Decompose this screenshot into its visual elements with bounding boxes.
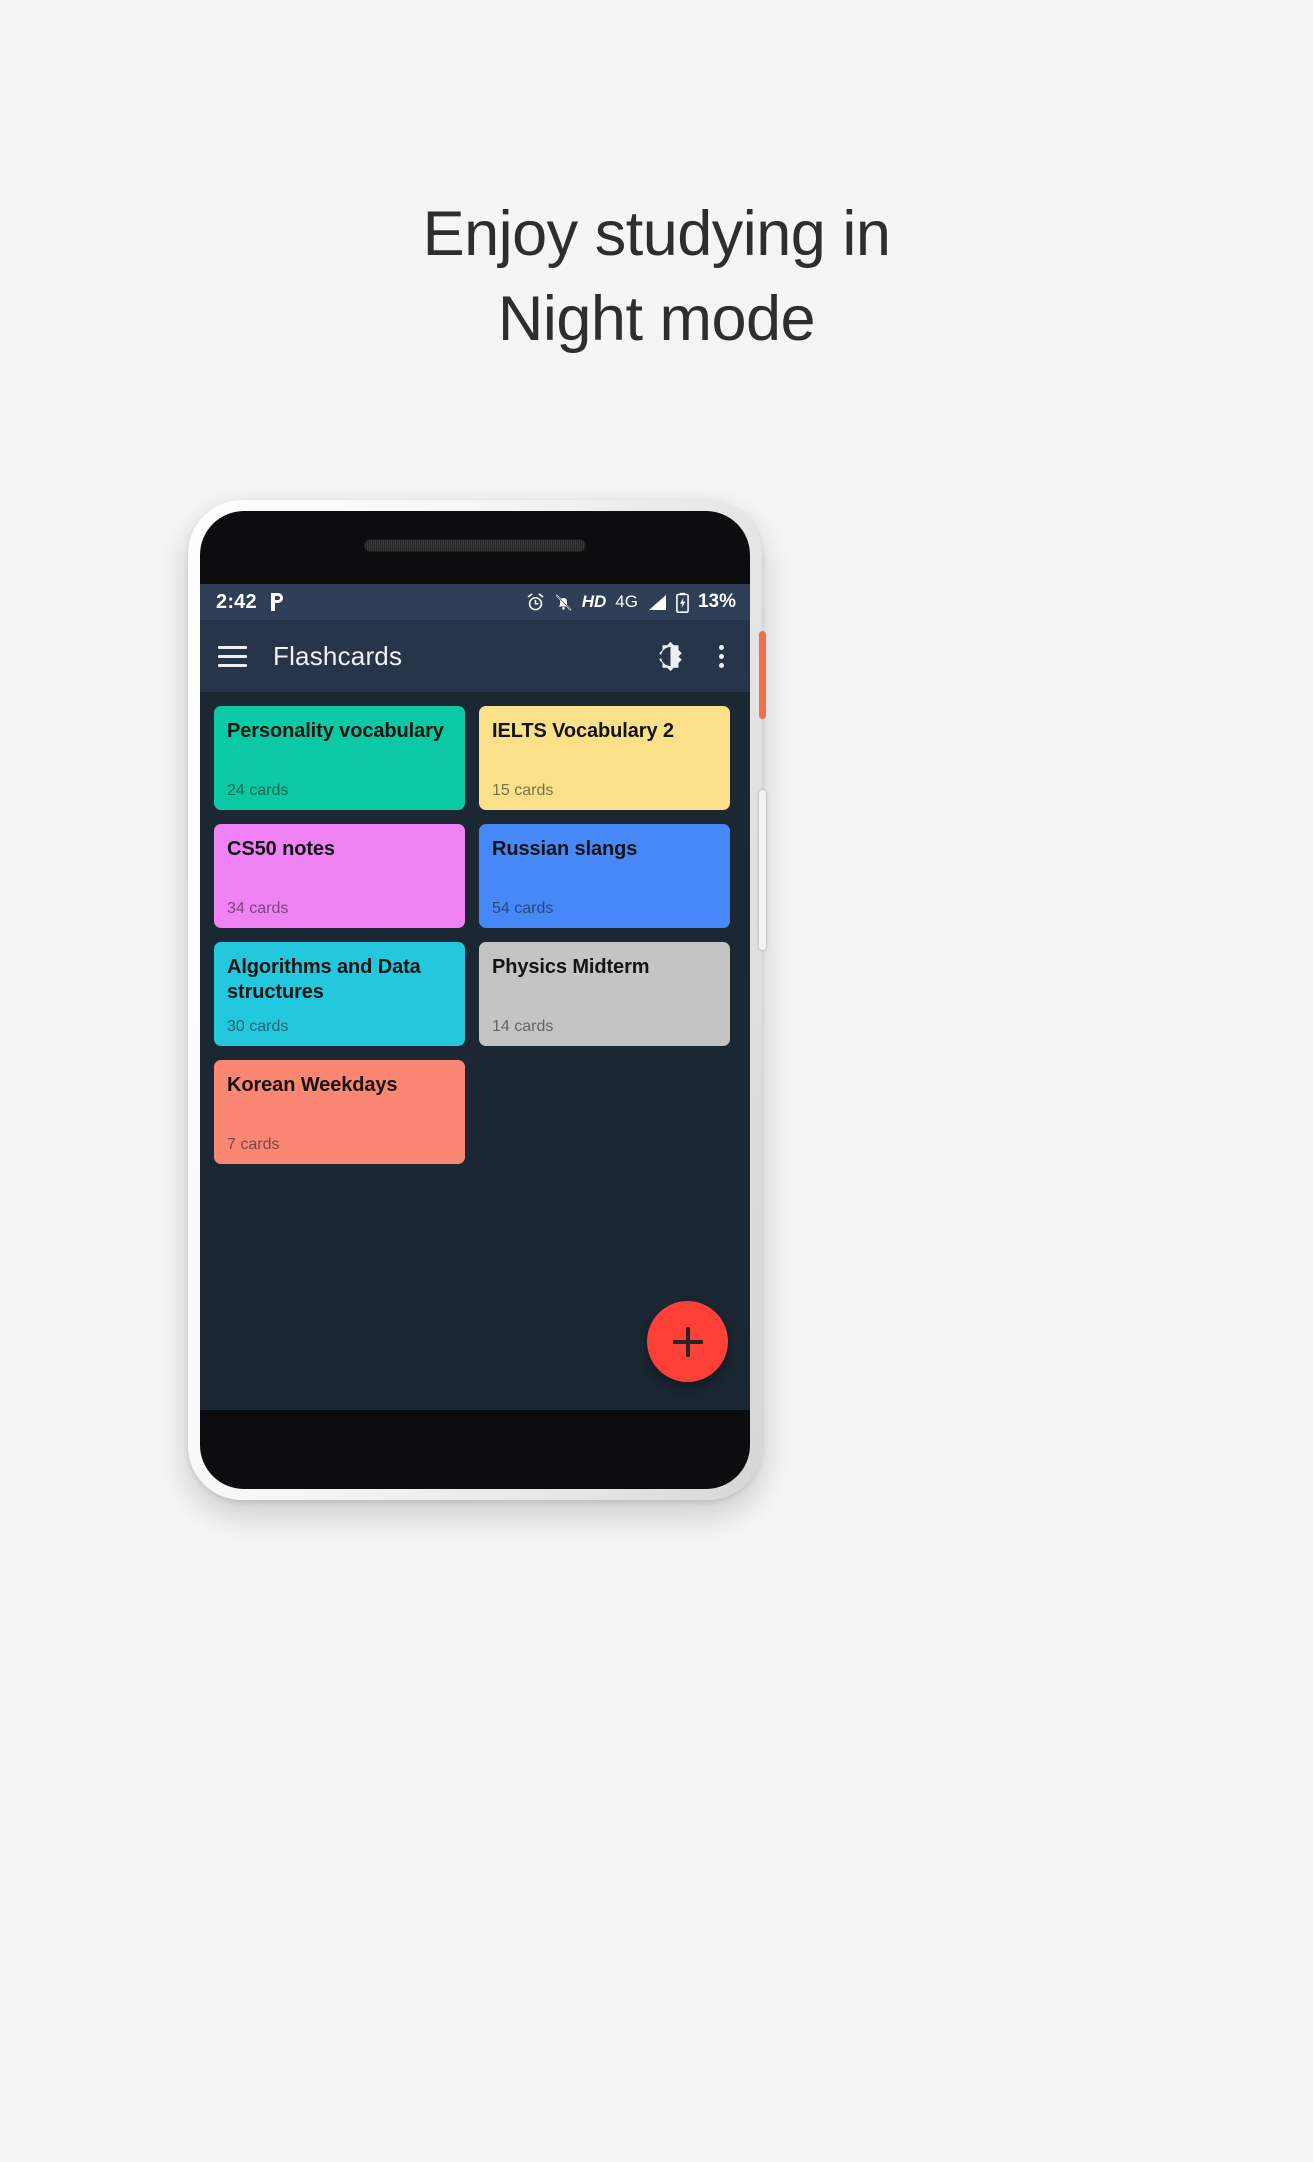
deck-card-count: 34 cards — [227, 900, 289, 917]
p-logo-icon — [269, 592, 286, 612]
deck-title: Personality vocabulary — [227, 720, 444, 742]
network-label: 4G — [615, 592, 638, 611]
status-bar-clock: 2:42 — [216, 590, 257, 613]
deck-card-count: 15 cards — [492, 782, 554, 799]
deck-card-count: 7 cards — [227, 1136, 280, 1153]
deck-card[interactable]: CS50 notes 34 cards — [214, 824, 465, 928]
phone-screen: 2:42 HD 4G 13% Flashcards Personality vo… — [200, 584, 750, 1410]
deck-card[interactable]: Personality vocabulary 24 cards — [214, 706, 465, 810]
deck-card-count: 14 cards — [492, 1018, 554, 1035]
deck-card[interactable]: Russian slangs 54 cards — [479, 824, 730, 928]
power-button[interactable] — [759, 631, 766, 719]
deck-card[interactable]: Algorithms and Data structures 30 cards — [214, 942, 465, 1046]
deck-card[interactable]: IELTS Vocabulary 2 15 cards — [479, 706, 730, 810]
hd-label: HD — [581, 592, 607, 611]
deck-card[interactable]: Korean Weekdays 7 cards — [214, 1060, 465, 1164]
signal-bars-icon — [647, 594, 667, 611]
page-title: Enjoy studying in Night mode — [0, 192, 1313, 362]
deck-title: Russian slangs — [492, 838, 638, 860]
volume-rocker-button[interactable] — [759, 790, 766, 950]
alarm-clock-icon — [526, 592, 545, 612]
deck-card-count: 24 cards — [227, 782, 289, 799]
brightness-contrast-icon[interactable] — [654, 640, 687, 673]
deck-title: Physics Midterm — [492, 956, 650, 978]
deck-card-count: 30 cards — [227, 1018, 289, 1035]
deck-title: Korean Weekdays — [227, 1074, 398, 1096]
deck-card-count: 54 cards — [492, 900, 554, 917]
deck-title: CS50 notes — [227, 838, 335, 860]
battery-charging-icon — [676, 592, 689, 613]
more-vertical-icon[interactable] — [715, 641, 728, 672]
bell-muted-icon — [554, 593, 573, 612]
earpiece-speaker — [364, 539, 586, 552]
headline-line-1: Enjoy studying in — [422, 199, 891, 269]
deck-grid: Personality vocabulary 24 cards IELTS Vo… — [200, 692, 750, 1164]
battery-percent-label: 13% — [697, 591, 736, 612]
headline-line-2: Night mode — [497, 284, 816, 354]
deck-title: Algorithms and Data structures — [227, 956, 421, 1003]
promo-screenshot: Enjoy studying in Night mode 2:42 HD 4G … — [0, 0, 1313, 2162]
phone-mockup: 2:42 HD 4G 13% Flashcards Personality vo… — [188, 500, 766, 1500]
app-bar-title: Flashcards — [273, 640, 403, 671]
add-deck-fab[interactable] — [647, 1301, 728, 1382]
phone-bezel: 2:42 HD 4G 13% Flashcards Personality vo… — [200, 511, 750, 1489]
deck-card[interactable]: Physics Midterm 14 cards — [479, 942, 730, 1046]
app-bar: Flashcards — [200, 620, 750, 692]
status-bar: 2:42 HD 4G 13% — [200, 584, 750, 620]
deck-title: IELTS Vocabulary 2 — [492, 720, 674, 742]
hamburger-menu-icon[interactable] — [218, 645, 247, 667]
